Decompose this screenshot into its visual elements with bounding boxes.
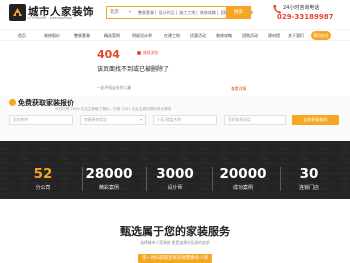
error-code: 404: [97, 48, 120, 61]
stat-stores: 30 连锁门店: [278, 166, 340, 191]
site-logo[interactable]: 城市人家装饰 CITYFAMILY · DECORATION: [9, 4, 95, 21]
nav-item-materials[interactable]: 建材馆: [268, 30, 280, 42]
stat-value: 20000: [219, 166, 267, 182]
get-quote-button[interactable]: 立即获取报价: [292, 115, 339, 125]
nav-item-cases[interactable]: 精选案例: [104, 30, 120, 42]
nav-item-about[interactable]: 关于我们: [288, 30, 304, 42]
stat-success: 20000 成功案例: [212, 166, 274, 191]
nav-item-packages[interactable]: 整装套餐: [74, 30, 90, 42]
main-nav: 首页 装修报价 整装套餐 精选案例 明星设计师 在建工地 优惠活动 装修攻略 团…: [0, 29, 350, 41]
city-select[interactable]: 北京: [108, 7, 133, 18]
nav-item-guides[interactable]: 装修攻略: [216, 30, 232, 42]
search-tag[interactable]: 施工工地: [179, 10, 195, 15]
error-message: 该页面找不到或已被删除了: [97, 66, 170, 73]
stats-banner: 52 分公司 28000 精彩案例 3000 设计师 20000 成功案例 30…: [0, 141, 350, 199]
logo-subtext: CITYFAMILY · DECORATION: [28, 16, 72, 20]
link-dot-icon: [137, 50, 141, 55]
community-field[interactable]: 小区/楼盘名称: [153, 115, 217, 125]
stat-value: 28000: [85, 166, 133, 182]
stat-branches: 52 分公司: [12, 166, 74, 191]
nav-item-designers[interactable]: 明星设计师: [132, 30, 152, 42]
search-tag[interactable]: 设计作品: [159, 10, 175, 15]
nav-item-quote[interactable]: 装修报价: [44, 30, 60, 42]
chevron-down-icon: [129, 11, 131, 13]
nav-item-sites[interactable]: 在建工地: [164, 30, 180, 42]
stat-label: 分公司: [35, 185, 51, 191]
hotline-number[interactable]: 029-33189987: [277, 13, 333, 21]
search-tag[interactable]: 装修攻略: [200, 10, 216, 15]
continue-browsing-link[interactable]: 继续浏览: [137, 50, 158, 56]
view-details-link[interactable]: 查看详情: [231, 86, 246, 92]
house-type-select[interactable]: 房屋装修类型: [80, 115, 146, 125]
service-section: 甄选属于您的家装服务 选择城市人家装修 更是选择对品质的追求 第一时间获取您家装…: [0, 199, 350, 263]
name-field[interactable]: 您的称呼: [9, 115, 73, 125]
stat-value: 3000: [156, 166, 194, 182]
stat-label: 成功案例: [232, 185, 253, 191]
stat-label: 连锁门店: [298, 185, 319, 191]
stat-cases: 28000 精彩案例: [78, 166, 140, 191]
search-tag[interactable]: 整装套餐: [138, 10, 154, 15]
nav-item-offers[interactable]: 优惠活动: [190, 30, 206, 42]
search-bar: 北京 整装套餐| 设计作品| 施工工地| 装修攻略| 团购活动| 图片库 搜索: [106, 6, 253, 19]
get-price-button[interactable]: 第一时间获取您家装修需要多少钱: [138, 254, 212, 263]
site-header: 城市人家装饰 CITYFAMILY · DECORATION 北京 整装套餐| …: [0, 0, 350, 25]
book-button[interactable]: 预约报名: [311, 31, 331, 40]
city-select-value: 北京: [110, 10, 119, 15]
nav-item-home[interactable]: 首页: [18, 30, 26, 42]
quote-section: 免费获取家装报价 今日已有 2025 位业主获取了报价，已有 1031 位业主成…: [0, 96, 350, 141]
continue-browsing-label: 继续浏览: [143, 50, 159, 55]
quote-icon: [9, 99, 16, 106]
search-button[interactable]: 搜索: [226, 6, 251, 19]
stat-designers: 3000 设计师: [144, 166, 206, 191]
phone-field[interactable]: 您的联系电话: [224, 115, 286, 125]
quote-subtitle: 今日已有 2025 位业主获取了报价，已有 1031 位业主成功预约设计服务: [55, 107, 172, 111]
stat-label: 设计师: [167, 185, 183, 191]
service-subtitle: 选择城市人家装修 更是选择对品质的追求: [140, 240, 210, 245]
nav-item-group-buy[interactable]: 团购活动: [242, 30, 258, 42]
hotline-label: 24小时咨询电话: [283, 5, 320, 11]
hotline: 24小时咨询电话 029-33189987: [273, 4, 345, 22]
service-title: 甄选属于您的家装服务: [120, 225, 230, 238]
error-hint[interactable]: 一起寻找走失的儿童: [97, 85, 131, 91]
stat-value: 30: [299, 166, 319, 182]
stat-value: 52: [33, 166, 53, 182]
logo-mark-icon: [9, 4, 26, 21]
stat-label: 精彩案例: [98, 185, 119, 191]
quote-title-text: 免费获取家装报价: [18, 99, 74, 107]
